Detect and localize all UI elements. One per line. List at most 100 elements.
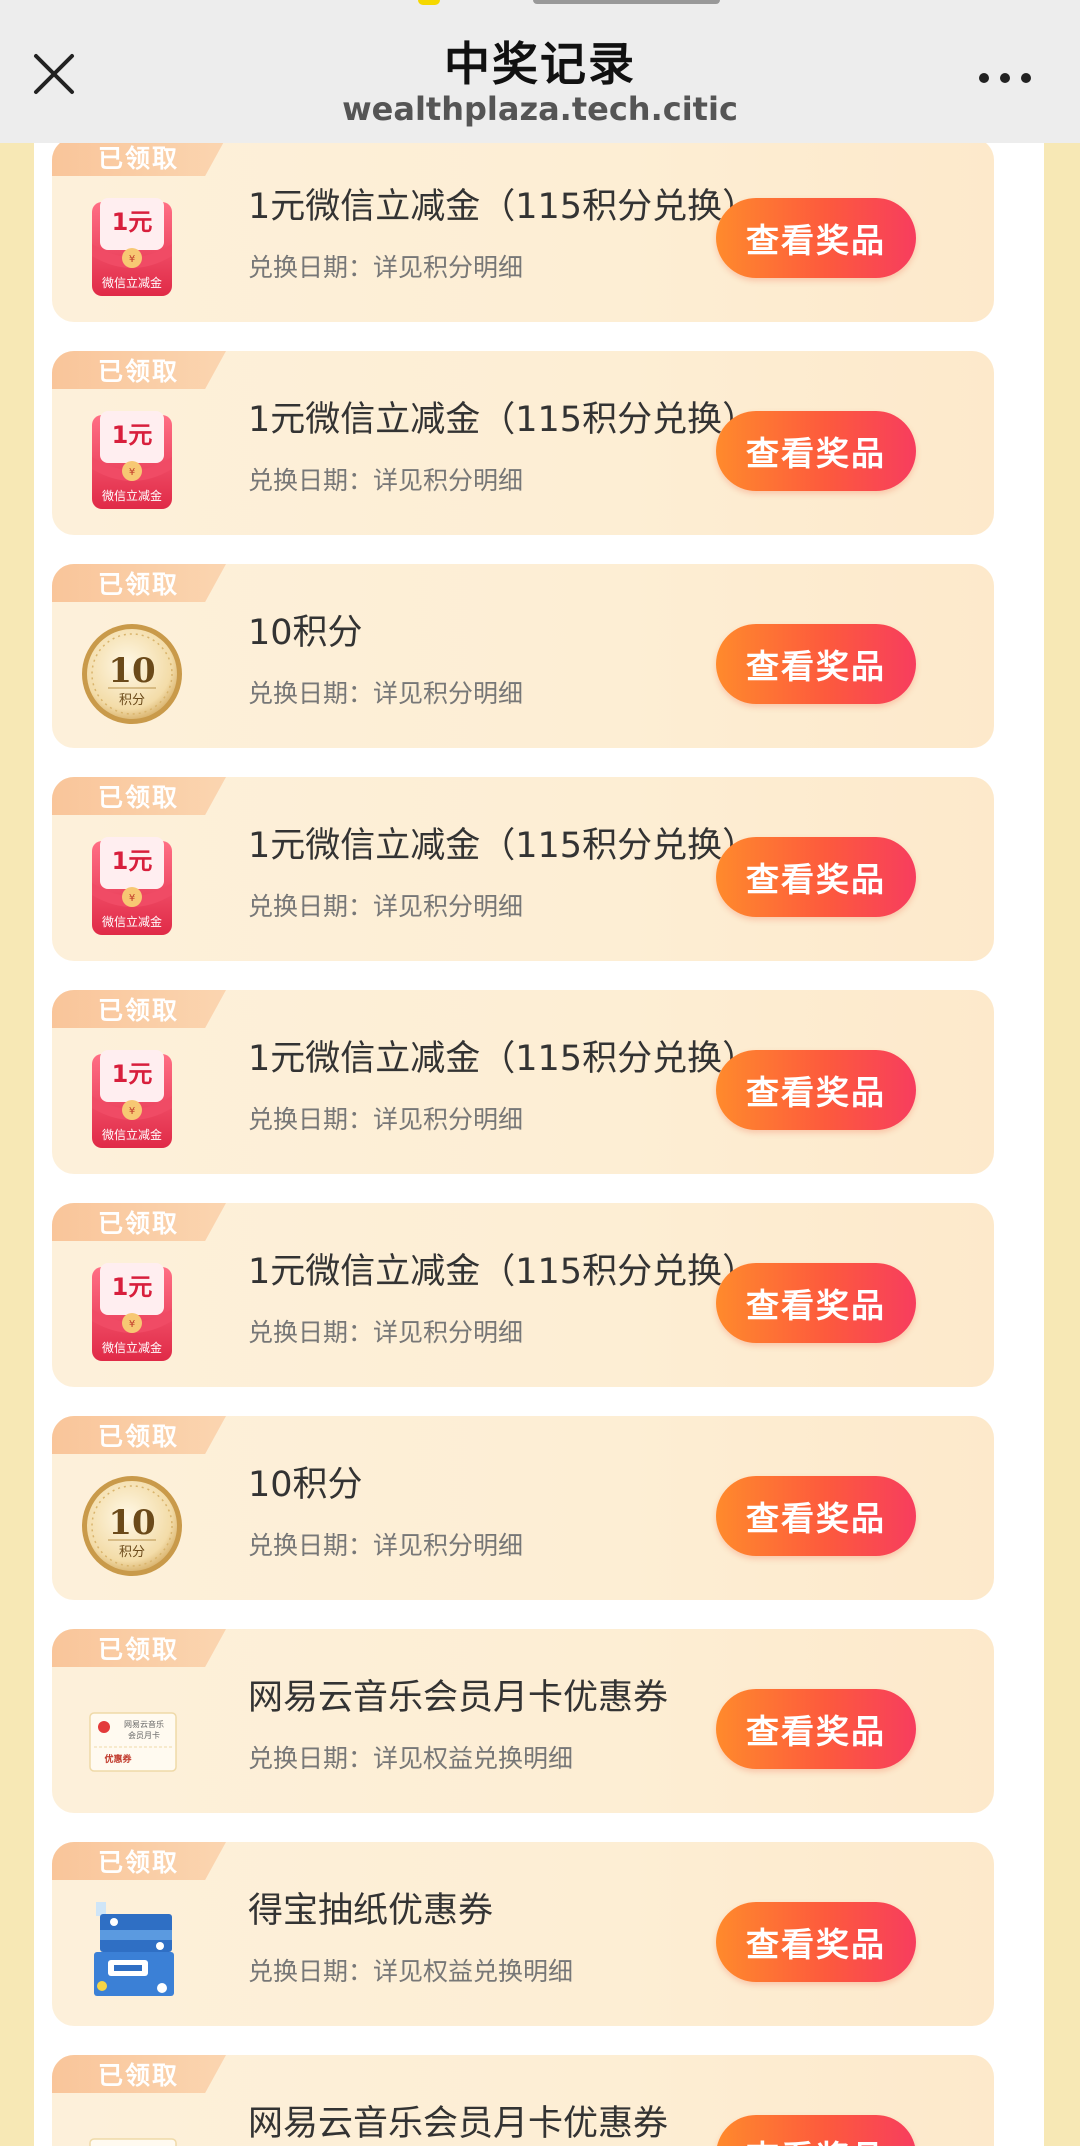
svg-text:1元: 1元 bbox=[112, 1060, 153, 1088]
exchange-date: 兑换日期：详见积分明细 bbox=[248, 466, 524, 495]
prize-image: 网易云音乐会员月卡优惠券 bbox=[80, 1687, 184, 1791]
svg-text:网易云音乐: 网易云音乐 bbox=[124, 1719, 164, 1729]
svg-text:¥: ¥ bbox=[129, 893, 135, 904]
red-envelope-icon: ¥1元微信立减金 bbox=[92, 411, 172, 509]
claimed-badge: 已领取 bbox=[52, 564, 226, 602]
prize-image: ¥1元微信立减金 bbox=[80, 409, 184, 513]
svg-text:10: 10 bbox=[108, 1503, 155, 1543]
svg-text:¥: ¥ bbox=[129, 254, 135, 265]
exchange-date: 兑换日期：详见权益兑换明细 bbox=[248, 1957, 574, 1986]
claimed-badge: 已领取 bbox=[52, 777, 226, 815]
prize-name: 1元微信立减金（115积分兑换） bbox=[248, 1039, 758, 1079]
view-prize-button[interactable]: 查看奖品 bbox=[716, 1263, 916, 1343]
points-coin-icon: 10 积分 bbox=[82, 624, 182, 724]
svg-text:微信立减金: 微信立减金 bbox=[102, 1127, 162, 1142]
record-card: 已领取 ¥1元微信立减金 1元微信立减金（115积分兑换） 兑换日期：详见积分明细 查看… bbox=[52, 351, 994, 535]
page-url: wealthplaza.tech.citic bbox=[342, 90, 738, 128]
nav-header: 中奖记录 wealthplaza.tech.citic bbox=[0, 0, 1080, 143]
page: 已领取 ¥1元 微信立减金 1元微信立减金（115积分兑换） 兑换日期：详见积分明细 查看… bbox=[0, 0, 1080, 2146]
claimed-badge: 已领取 bbox=[52, 1203, 226, 1241]
view-prize-button[interactable]: 查看奖品 bbox=[716, 624, 916, 704]
svg-text:优惠券: 优惠券 bbox=[104, 1753, 132, 1765]
prize-name: 得宝抽纸优惠券 bbox=[248, 1891, 494, 1931]
claimed-badge: 已领取 bbox=[52, 138, 226, 176]
prize-image bbox=[80, 1900, 184, 2004]
svg-text:微信立减金: 微信立减金 bbox=[102, 275, 162, 290]
more-button[interactable] bbox=[970, 50, 1040, 106]
record-card: 已领取 网易云音乐 会员月卡 优惠券 网易云音乐会员月卡优惠券 兑换日期：详见权益兑换明细… bbox=[52, 1629, 994, 1813]
svg-text:1元: 1元 bbox=[112, 847, 153, 875]
red-envelope-icon: ¥1元微信立减金 bbox=[92, 1050, 172, 1148]
view-prize-button[interactable]: 查看奖品 bbox=[716, 1476, 916, 1556]
exchange-date: 兑换日期：详见积分明细 bbox=[248, 892, 524, 921]
status-bar bbox=[0, 0, 1080, 8]
music-coupon-icon: 网易云音乐会员月卡优惠券 bbox=[89, 1712, 177, 1772]
prize-image: ¥1元微信立减金 bbox=[80, 1048, 184, 1152]
red-envelope-icon: ¥1元微信立减金 bbox=[92, 1263, 172, 1361]
prize-image: 10 积分 bbox=[80, 1474, 184, 1578]
page-title: 中奖记录 bbox=[444, 37, 636, 91]
claimed-badge: 已领取 bbox=[52, 1842, 226, 1880]
claimed-badge: 已领取 bbox=[52, 351, 226, 389]
view-prize-button[interactable]: 查看奖品 bbox=[716, 411, 916, 491]
svg-text:1元: 1元 bbox=[112, 1273, 153, 1301]
status-indicator bbox=[418, 0, 440, 5]
prize-name: 10积分 bbox=[248, 613, 363, 653]
prize-name: 1元微信立减金（115积分兑换） bbox=[248, 187, 758, 227]
svg-text:¥: ¥ bbox=[129, 1106, 135, 1117]
record-card: 已领取 ¥1元微信立减金 1元微信立减金（115积分兑换） 兑换日期：详见积分明细 查看… bbox=[52, 138, 994, 322]
prize-image: ¥1元微信立减金 bbox=[80, 196, 184, 300]
claimed-badge: 已领取 bbox=[52, 2055, 226, 2093]
view-prize-button[interactable]: 查看奖品 bbox=[716, 198, 916, 278]
svg-text:微信立减金: 微信立减金 bbox=[102, 1340, 162, 1355]
view-prize-button[interactable]: 查看奖品 bbox=[716, 1050, 916, 1130]
prize-name: 网易云音乐会员月卡优惠券 bbox=[248, 2104, 669, 2144]
view-prize-button[interactable]: 查看奖品 bbox=[716, 1902, 916, 1982]
svg-text:¥: ¥ bbox=[129, 467, 135, 478]
prize-image: ¥1元微信立减金 bbox=[80, 1261, 184, 1365]
prize-name: 网易云音乐会员月卡优惠券 bbox=[248, 1678, 669, 1718]
exchange-date: 兑换日期：详见权益兑换明细 bbox=[248, 1744, 574, 1773]
record-card: 已领取 得宝抽纸优惠券兑换日期：详见权益兑换明细 查看奖品 bbox=[52, 1842, 994, 2026]
more-icon bbox=[979, 73, 1031, 83]
exchange-date: 兑换日期：详见积分明细 bbox=[248, 1105, 524, 1134]
prize-name: 1元微信立减金（115积分兑换） bbox=[248, 1252, 758, 1292]
record-card: 已领取 10 积分 10积分 兑换日期：详见积分明细 查看奖品 bbox=[52, 564, 994, 748]
prize-name: 1元微信立减金（115积分兑换） bbox=[248, 826, 758, 866]
svg-text:会员月卡: 会员月卡 bbox=[128, 1730, 160, 1740]
view-prize-button[interactable]: 查看奖品 bbox=[716, 2115, 916, 2146]
record-card: 已领取网易云音乐会员月卡优惠券网易云音乐会员月卡优惠券查看奖品 bbox=[52, 2055, 994, 2146]
svg-text:微信立减金: 微信立减金 bbox=[102, 914, 162, 929]
prize-name: 1元微信立减金（115积分兑换） bbox=[248, 400, 758, 440]
prize-image: 10 积分 bbox=[80, 622, 184, 726]
music-coupon-icon: 网易云音乐会员月卡优惠券 bbox=[89, 2138, 177, 2146]
exchange-date: 兑换日期：详见积分明细 bbox=[248, 679, 524, 708]
claimed-badge: 已领取 bbox=[52, 1416, 226, 1454]
svg-text:积分: 积分 bbox=[119, 1545, 145, 1560]
svg-text:微信立减金: 微信立减金 bbox=[102, 488, 162, 503]
exchange-date: 兑换日期：详见积分明细 bbox=[248, 1318, 524, 1347]
svg-text:积分: 积分 bbox=[119, 693, 145, 708]
claimed-badge: 已领取 bbox=[52, 1629, 226, 1667]
svg-text:1元: 1元 bbox=[112, 208, 153, 236]
prize-image: ¥1元微信立减金 bbox=[80, 835, 184, 939]
tissue-pack-icon bbox=[94, 1902, 174, 1996]
record-card: 已领取 10 积分 10积分 兑换日期：详见积分明细 查看奖品 bbox=[52, 1416, 994, 1600]
svg-text:¥: ¥ bbox=[129, 1319, 135, 1330]
exchange-date: 兑换日期：详见积分明细 bbox=[248, 1531, 524, 1560]
prize-name: 10积分 bbox=[248, 1465, 363, 1505]
view-prize-button[interactable]: 查看奖品 bbox=[716, 1689, 916, 1769]
prize-image: 网易云音乐会员月卡优惠券 bbox=[80, 2113, 184, 2146]
red-envelope-icon: ¥1元微信立减金 bbox=[92, 837, 172, 935]
record-card: 已领取 ¥1元微信立减金 1元微信立减金（115积分兑换） 兑换日期：详见积分明细 查看… bbox=[52, 1203, 994, 1387]
svg-text:10: 10 bbox=[108, 651, 155, 691]
view-prize-button[interactable]: 查看奖品 bbox=[716, 837, 916, 917]
claimed-badge: 已领取 bbox=[52, 990, 226, 1028]
record-card: 已领取 ¥1元微信立减金 1元微信立减金（115积分兑换） 兑换日期：详见积分明细 查看… bbox=[52, 990, 994, 1174]
svg-text:1元: 1元 bbox=[112, 421, 153, 449]
status-pill bbox=[533, 0, 720, 4]
record-card: 已领取 ¥1元微信立减金 1元微信立减金（115积分兑换） 兑换日期：详见积分明细 查看… bbox=[52, 777, 994, 961]
red-envelope-icon: ¥1元微信立减金 bbox=[92, 198, 172, 296]
points-coin-icon: 10 积分 bbox=[82, 1476, 182, 1576]
exchange-date: 兑换日期：详见积分明细 bbox=[248, 253, 524, 282]
